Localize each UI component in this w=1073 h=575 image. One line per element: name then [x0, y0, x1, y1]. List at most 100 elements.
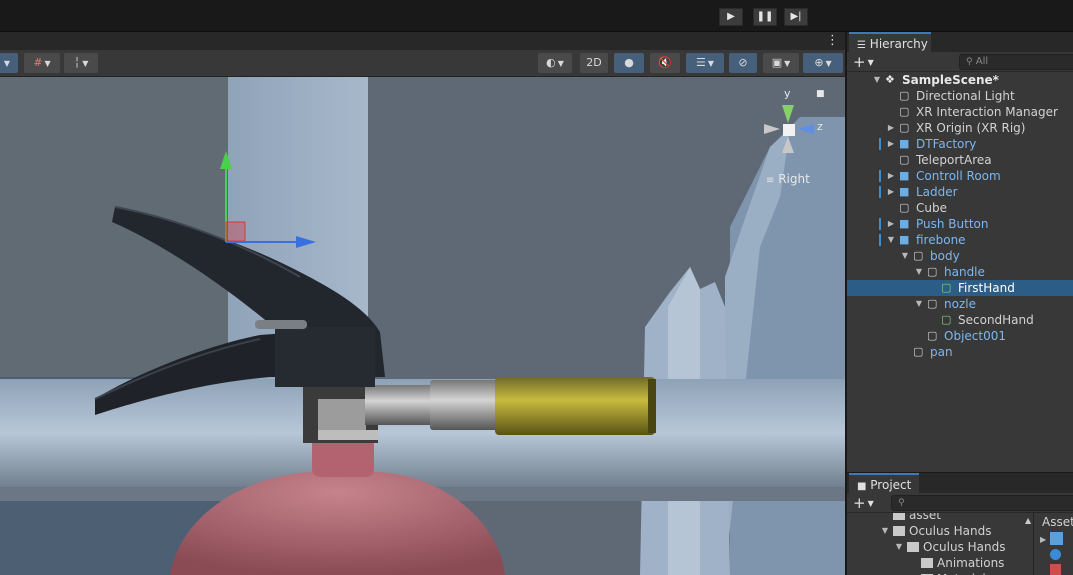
- scene-view-orientation-label[interactable]: ≡ Right: [766, 172, 810, 186]
- speaker-mute-icon: 🔇: [658, 56, 672, 69]
- tab-project[interactable]: ■ Project: [849, 473, 919, 493]
- gizmos-button[interactable]: ⊕ ▼: [803, 53, 843, 73]
- hierarchy-row-label: Push Button: [916, 217, 989, 231]
- prefab-cube-icon: ■: [899, 217, 910, 230]
- collapse-arrow-icon[interactable]: ▼: [872, 72, 882, 88]
- play-toolbar: ▶ ❚❚ ▶|: [0, 0, 1073, 32]
- gameobject-icon: ▢: [899, 153, 910, 166]
- hierarchy-row[interactable]: ▢ FirstHand: [847, 280, 1073, 296]
- hierarchy-row[interactable]: ▶ ■ Push Button: [847, 216, 1073, 232]
- list-icon: ☰: [857, 40, 866, 51]
- expand-arrow-icon[interactable]: ▶: [886, 120, 896, 136]
- play-button[interactable]: ▶: [719, 8, 743, 26]
- project-panel: ■ Project + ▼ ⚲ asset ▼ Oculus Hands ▼ Oculus…: [846, 472, 1073, 575]
- gizmo-lock-icon[interactable]: ■: [816, 89, 825, 99]
- hierarchy-row[interactable]: ▼ ▢ handle: [847, 264, 1073, 280]
- gameobject-icon: ▢: [899, 105, 910, 118]
- hierarchy-toolbar: + ▼ ⚲ All: [847, 52, 1073, 72]
- hierarchy-row[interactable]: ▢ TeleportArea: [847, 152, 1073, 168]
- gizmo-globe-icon: ⊕: [814, 56, 824, 69]
- scroll-up-icon[interactable]: ▲: [1025, 516, 1031, 525]
- hierarchy-row-label: handle: [944, 265, 985, 279]
- audio-toggle[interactable]: 🔇: [650, 53, 680, 73]
- hierarchy-row[interactable]: ▢ pan: [847, 344, 1073, 360]
- project-folder-row[interactable]: asset: [847, 513, 1032, 523]
- hierarchy-row[interactable]: ▶ ■ Ladder: [847, 184, 1073, 200]
- project-folder-row[interactable]: ▼ Oculus Hands: [847, 523, 1032, 539]
- hierarchy-row-label: XR Origin (XR Rig): [916, 121, 1026, 135]
- collapse-arrow-icon[interactable]: ▼: [894, 539, 904, 555]
- folder-icon: [893, 526, 905, 536]
- pause-button[interactable]: ❚❚: [753, 8, 777, 26]
- play-icon: ▶: [727, 11, 735, 22]
- lighting-toggle[interactable]: ●: [614, 53, 644, 73]
- collapse-arrow-icon[interactable]: ▼: [900, 248, 910, 264]
- project-search-input[interactable]: ⚲: [891, 495, 1073, 511]
- scene-toolbar: ▼ # ▼ ╎ ▼ ◐ ▼ 2D ● 🔇 ☰ ▼ ⊘ ▣ ▼ ⊕ ▼: [0, 50, 845, 77]
- gameobject-icon: ▢: [913, 345, 924, 358]
- effects-button[interactable]: ☰ ▼: [686, 53, 724, 73]
- grid-snap-button[interactable]: # ▼: [24, 53, 60, 73]
- grid-snap-icon: #: [33, 56, 43, 69]
- hierarchy-row[interactable]: ▢ Directional Light: [847, 88, 1073, 104]
- hierarchy-search-input[interactable]: ⚲ All: [959, 54, 1073, 70]
- scene-render: [0, 77, 845, 575]
- hierarchy-row-label: Directional Light: [916, 89, 1015, 103]
- hierarchy-scene-row[interactable]: ▼ ❖ SampleScene*: [847, 72, 1073, 88]
- hierarchy-row[interactable]: ▶ ■ DTFactory: [847, 136, 1073, 152]
- collapse-arrow-icon[interactable]: ▼: [914, 296, 924, 312]
- gizmo-axis-y-label: y: [784, 87, 791, 100]
- folder-icon: [893, 513, 905, 520]
- hierarchy-row[interactable]: ▼ ▢ nozle: [847, 296, 1073, 312]
- shading-mode-button[interactable]: ◐ ▼: [538, 53, 572, 73]
- expand-arrow-icon[interactable]: ▶: [886, 216, 896, 232]
- prefab-override-mark: [879, 138, 881, 150]
- hierarchy-row[interactable]: ▶ ■ Controll Room: [847, 168, 1073, 184]
- project-folder-label: asset: [909, 513, 941, 522]
- kebab-menu-icon[interactable]: ⋮: [826, 33, 839, 48]
- step-button[interactable]: ▶|: [784, 8, 808, 26]
- expand-arrow-icon[interactable]: ▶: [886, 136, 896, 152]
- project-folder-label: Animations: [937, 556, 1005, 570]
- expand-arrow-icon[interactable]: ▶: [1040, 535, 1046, 544]
- eye-off-icon: ⊘: [738, 56, 748, 69]
- assets-label: Asset: [1042, 515, 1073, 529]
- hierarchy-row[interactable]: ▢ XR Interaction Manager: [847, 104, 1073, 120]
- hierarchy-tree: ▼ ❖ SampleScene* ▢ Directional Light ▢ XR Inte…: [847, 72, 1073, 472]
- gameobject-icon: ▢: [927, 329, 938, 342]
- visibility-toggle[interactable]: ⊘: [729, 53, 757, 73]
- 2d-mode-label: 2D: [586, 56, 602, 69]
- create-asset-button[interactable]: + ▼: [853, 494, 874, 512]
- hierarchy-row-label: Cube: [916, 201, 947, 215]
- hierarchy-row-label: DTFactory: [916, 137, 977, 151]
- hierarchy-row-label: SecondHand: [958, 313, 1034, 327]
- hierarchy-row[interactable]: ▢ Cube: [847, 200, 1073, 216]
- collapse-arrow-icon[interactable]: ▼: [880, 523, 890, 539]
- collapse-arrow-icon[interactable]: ▼: [886, 232, 896, 248]
- hierarchy-row[interactable]: ▼ ■ firebone: [847, 232, 1073, 248]
- texture-icon: [1050, 564, 1061, 575]
- collapse-arrow-icon[interactable]: ▼: [914, 264, 924, 280]
- gameobject-icon: ▢: [913, 249, 924, 262]
- project-folder-tree: asset ▼ Oculus Hands ▼ Oculus Hands Animation…: [847, 513, 1032, 575]
- hierarchy-row[interactable]: ▢ SecondHand: [847, 312, 1073, 328]
- project-folder-row[interactable]: Materials: [847, 571, 1032, 575]
- project-tab-label: Project: [870, 478, 912, 492]
- tool-handle-button[interactable]: ▼: [0, 53, 18, 73]
- expand-arrow-icon[interactable]: ▶: [886, 168, 896, 184]
- hierarchy-row[interactable]: ▢ Object001: [847, 328, 1073, 344]
- tab-hierarchy[interactable]: ☰ Hierarchy: [849, 32, 931, 52]
- step-icon: ▶|: [790, 11, 802, 22]
- prefab-cube-icon: ■: [899, 169, 910, 182]
- increment-snap-button[interactable]: ╎ ▼: [64, 53, 98, 73]
- folder-icon: ■: [857, 481, 867, 492]
- project-folder-row[interactable]: ▼ Oculus Hands: [847, 539, 1032, 555]
- hierarchy-row[interactable]: ▶ ▢ XR Origin (XR Rig): [847, 120, 1073, 136]
- scene-viewport[interactable]: y z ■ ≡ Right: [0, 77, 845, 575]
- 2d-mode-button[interactable]: 2D: [580, 53, 608, 73]
- hierarchy-row[interactable]: ▼ ▢ body: [847, 248, 1073, 264]
- project-folder-row[interactable]: Animations: [847, 555, 1032, 571]
- add-object-button[interactable]: + ▼: [853, 53, 874, 71]
- expand-arrow-icon[interactable]: ▶: [886, 184, 896, 200]
- camera-settings-button[interactable]: ▣ ▼: [763, 53, 799, 73]
